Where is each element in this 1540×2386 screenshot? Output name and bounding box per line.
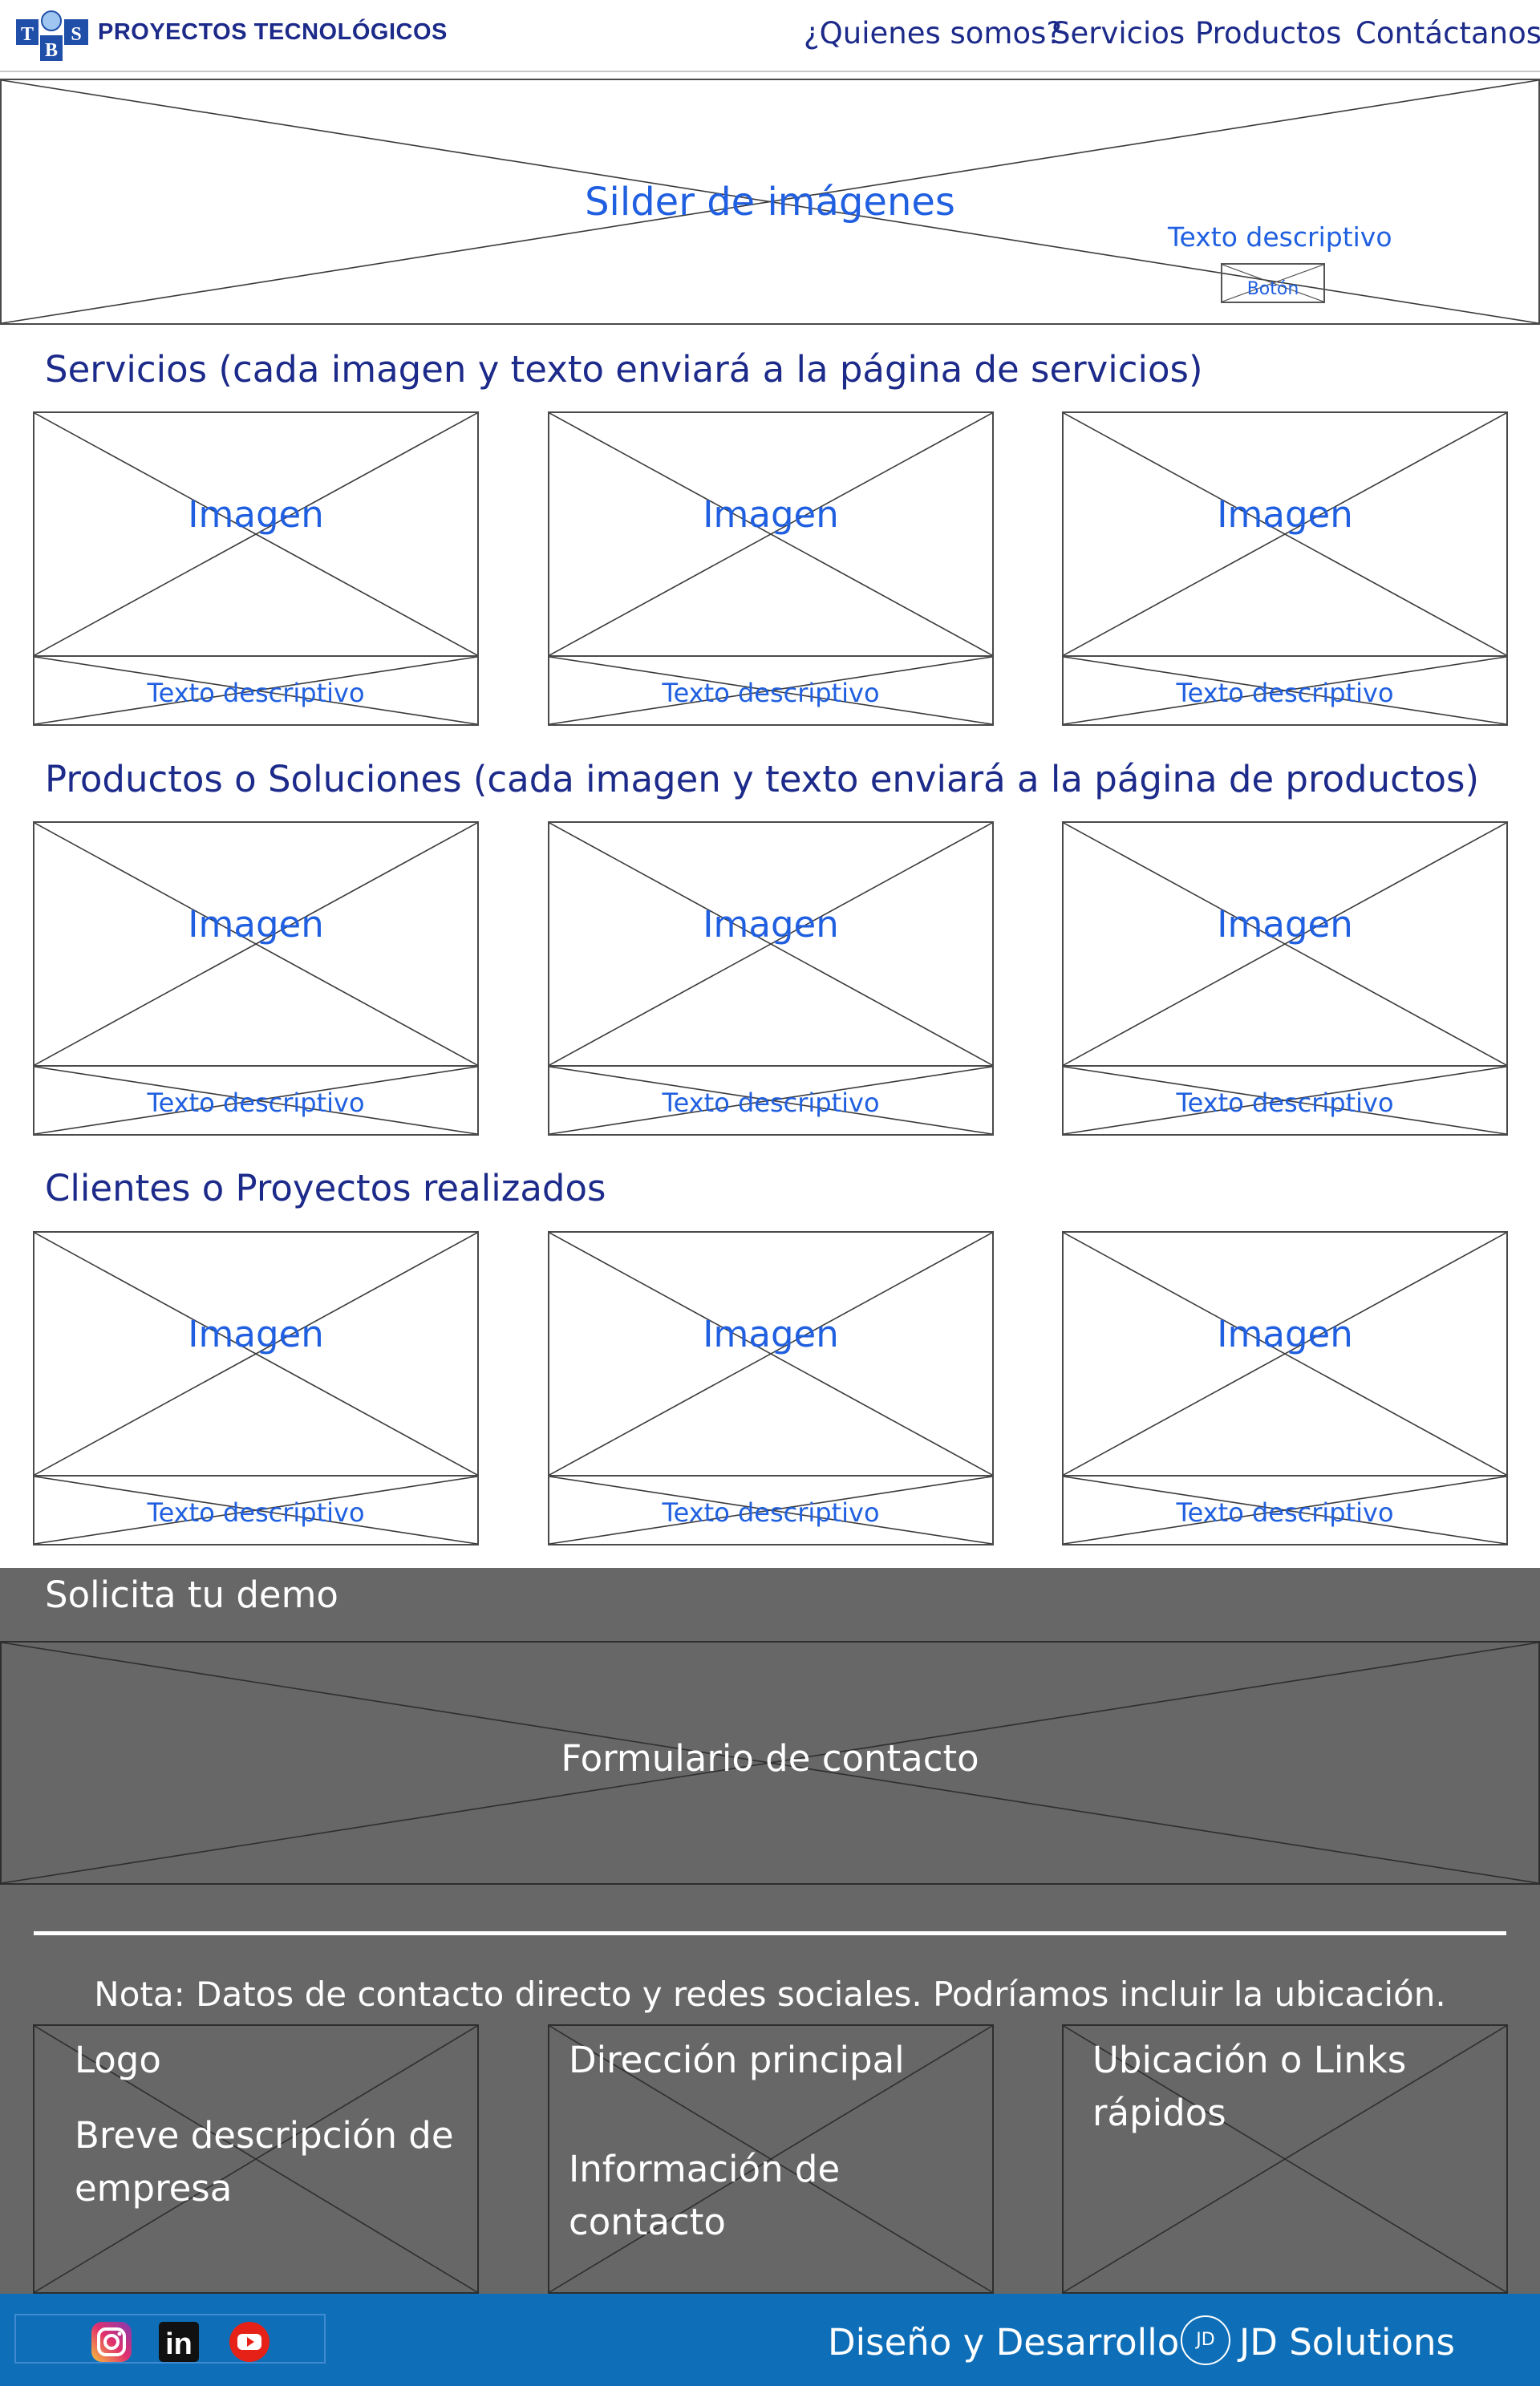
credit-text: Diseño y Desarrollo bbox=[828, 2321, 1180, 2364]
instagram-icon[interactable] bbox=[90, 2320, 133, 2364]
image-placeholder-label: Imagen bbox=[703, 1313, 839, 1355]
footer-divider bbox=[34, 1931, 1506, 1935]
footer-col-company: Logo Breve descripción de empresa bbox=[33, 2024, 479, 2294]
clients-title: Clientes o Proyectos realizados bbox=[45, 1167, 606, 1209]
card-description: Texto descriptivo bbox=[147, 678, 365, 708]
tbs-logo[interactable]: T B S bbox=[14, 8, 91, 64]
image-placeholder-label: Imagen bbox=[188, 1313, 324, 1355]
slider-button-label: Botón bbox=[1246, 279, 1299, 299]
products-card-image[interactable]: Imagen bbox=[1062, 821, 1508, 1067]
card-description: Texto descriptivo bbox=[1176, 678, 1394, 708]
demo-title: Solicita tu demo bbox=[45, 1574, 338, 1616]
image-slider[interactable]: Silder de imágenes Texto descriptivo Bot… bbox=[0, 79, 1540, 325]
card-description: Texto descriptivo bbox=[662, 1497, 880, 1528]
linkedin-glyph: in bbox=[165, 2327, 192, 2361]
clients-card-text[interactable]: Texto descriptivo bbox=[1062, 1475, 1508, 1545]
products-card-text[interactable]: Texto descriptivo bbox=[1062, 1065, 1508, 1136]
contact-form-label: Formulario de contacto bbox=[561, 1737, 979, 1780]
image-placeholder-label: Imagen bbox=[1217, 493, 1353, 536]
linkedin-icon[interactable]: in bbox=[157, 2320, 201, 2364]
services-card-text[interactable]: Texto descriptivo bbox=[1062, 655, 1508, 726]
card-description: Texto descriptivo bbox=[1176, 1497, 1394, 1528]
clients-card-text[interactable]: Texto descriptivo bbox=[548, 1475, 994, 1545]
slider-title: Silder de imágenes bbox=[585, 180, 955, 225]
slider-description: Texto descriptivo bbox=[1168, 221, 1392, 253]
products-card-text[interactable]: Texto descriptivo bbox=[548, 1065, 994, 1136]
nav-servicios[interactable]: Servicios bbox=[1052, 16, 1185, 51]
logo-letter-t: T bbox=[21, 24, 34, 45]
services-card-image[interactable]: Imagen bbox=[1062, 411, 1508, 657]
products-title: Productos o Soluciones (cada imagen y te… bbox=[45, 758, 1480, 800]
logo-letter-b: B bbox=[45, 40, 58, 61]
image-placeholder-label: Imagen bbox=[1217, 903, 1353, 946]
clients-card-image[interactable]: Imagen bbox=[548, 1231, 994, 1477]
image-placeholder-label: Imagen bbox=[1217, 1313, 1353, 1355]
card-description: Texto descriptivo bbox=[147, 1497, 365, 1528]
nav-quienes-somos[interactable]: ¿Quienes somos? bbox=[804, 16, 1062, 51]
site-header: T B S PROYECTOS TECNOLÓGICOS ¿Quienes so… bbox=[0, 0, 1540, 72]
card-description: Texto descriptivo bbox=[147, 1088, 365, 1118]
footer-contact-info: Información de contacto bbox=[569, 2148, 841, 2243]
nav-contactanos[interactable]: Contáctanos bbox=[1356, 16, 1540, 51]
footer-col-contact: Dirección principal Información de conta… bbox=[548, 2024, 994, 2294]
nav-productos[interactable]: Productos bbox=[1195, 16, 1341, 51]
card-description: Texto descriptivo bbox=[662, 678, 880, 708]
logo-letter-s: S bbox=[71, 24, 81, 45]
footer-col-location: Ubicación o Links rápidos bbox=[1062, 2024, 1508, 2294]
footer-location-links: Ubicación o Links rápidos bbox=[1092, 2039, 1407, 2134]
contact-form[interactable]: Formulario de contacto bbox=[0, 1641, 1540, 1885]
clients-card-image[interactable]: Imagen bbox=[1062, 1231, 1508, 1477]
credit-company[interactable]: JD Solutions bbox=[1239, 2321, 1455, 2364]
image-placeholder-label: Imagen bbox=[188, 493, 324, 536]
footer-logo-label: Logo bbox=[75, 2039, 161, 2081]
image-placeholder-label: Imagen bbox=[703, 903, 839, 946]
services-card-text[interactable]: Texto descriptivo bbox=[33, 655, 479, 726]
card-description: Texto descriptivo bbox=[1176, 1088, 1394, 1118]
services-card-image[interactable]: Imagen bbox=[33, 411, 479, 657]
image-placeholder-label: Imagen bbox=[188, 903, 324, 946]
clients-card-text[interactable]: Texto descriptivo bbox=[33, 1475, 479, 1545]
products-card-text[interactable]: Texto descriptivo bbox=[33, 1065, 479, 1136]
services-card-image[interactable]: Imagen bbox=[548, 411, 994, 657]
image-placeholder-label: Imagen bbox=[703, 493, 839, 536]
services-title: Servicios (cada imagen y texto enviará a… bbox=[45, 348, 1203, 391]
products-card-image[interactable]: Imagen bbox=[33, 821, 479, 1067]
services-card-text[interactable]: Texto descriptivo bbox=[548, 655, 994, 726]
footer-main-address: Dirección principal bbox=[569, 2039, 905, 2081]
footer-note: Nota: Datos de contacto directo y redes … bbox=[94, 1975, 1446, 2014]
products-card-image[interactable]: Imagen bbox=[548, 821, 994, 1067]
youtube-icon[interactable] bbox=[228, 2320, 271, 2364]
slider-button[interactable]: Botón bbox=[1221, 263, 1325, 303]
footer-company-description: Breve descripción de empresa bbox=[75, 2114, 454, 2210]
company-name: PROYECTOS TECNOLÓGICOS bbox=[98, 19, 448, 45]
jd-logo-badge: JD bbox=[1181, 2315, 1230, 2365]
card-description: Texto descriptivo bbox=[662, 1088, 880, 1118]
clients-card-image[interactable]: Imagen bbox=[33, 1231, 479, 1477]
